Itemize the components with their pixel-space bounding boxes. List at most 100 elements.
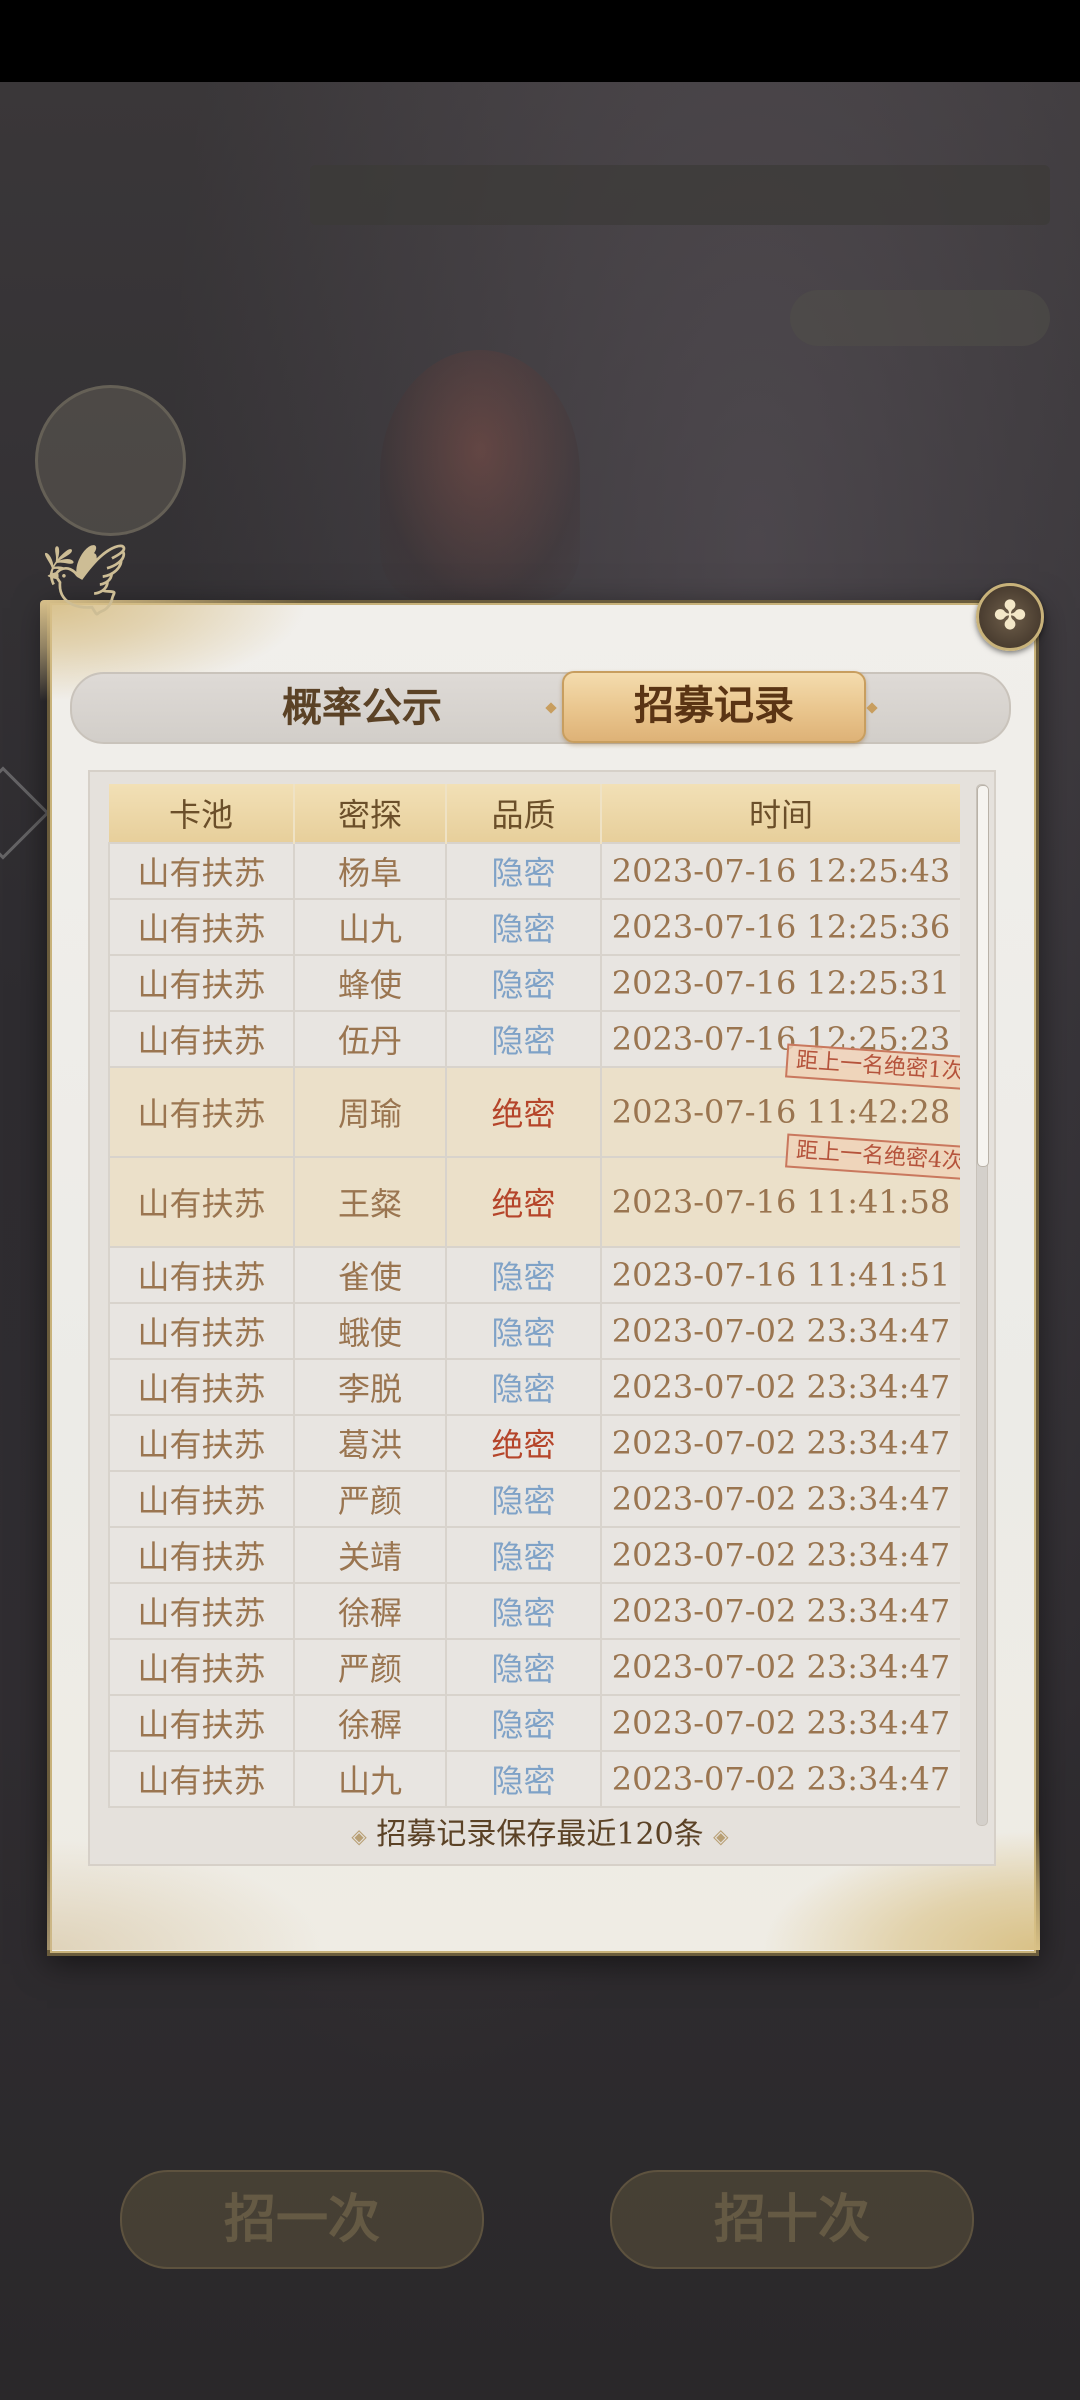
cell-agent-text: 关靖 <box>337 1538 402 1576</box>
cell-pool-text: 山有扶苏 <box>137 1762 266 1800</box>
cell-time: 2023-07-16 11:41:51 <box>600 1246 960 1304</box>
cell-agent-text: 王粲 <box>337 1185 402 1223</box>
table-row: 山有扶苏 王粲 绝密 2023-07-16 11:41:58 距上一名绝密4次 <box>108 1133 960 1248</box>
cell-time-text: 2023-07-16 12:25:43 <box>611 852 951 890</box>
header-pool: 卡池 <box>109 784 295 843</box>
bird-ornament-icon: 🕊 <box>40 539 130 621</box>
cell-time-text: 2023-07-02 23:34:47 <box>611 1424 951 1462</box>
cell-quality: 隐密 <box>445 954 602 1012</box>
cell-pool-text: 山有扶苏 <box>137 1538 266 1576</box>
cell-agent: 蛾使 <box>293 1302 447 1360</box>
cell-quality: 隐密 <box>445 1010 602 1068</box>
cell-time: 2023-07-16 12:25:31 <box>600 954 960 1012</box>
cell-quality-text: 隐密 <box>491 966 556 1004</box>
cell-quality: 绝密 <box>445 1414 602 1472</box>
cell-agent: 王粲 <box>293 1156 447 1248</box>
cell-time-text: 2023-07-02 23:34:47 <box>611 1704 951 1742</box>
scrollbar-thumb[interactable] <box>977 785 989 1167</box>
cell-agent: 严颜 <box>293 1470 447 1528</box>
cell-pool: 山有扶苏 <box>108 1694 295 1752</box>
cell-quality: 绝密 <box>445 1066 602 1158</box>
cell-time-text: 2023-07-16 12:25:31 <box>611 964 951 1002</box>
cell-quality-text: 绝密 <box>491 1185 556 1223</box>
table-row: 山有扶苏 蛾使 隐密 2023-07-02 23:34:47 <box>108 1302 960 1360</box>
cell-agent: 伍丹 <box>293 1010 447 1068</box>
cell-pool-text: 山有扶苏 <box>137 1022 266 1060</box>
cell-quality-text: 隐密 <box>491 1762 556 1800</box>
cell-time-text: 2023-07-02 23:34:47 <box>611 1760 951 1798</box>
cell-agent-text: 严颜 <box>337 1650 402 1688</box>
cell-pool: 山有扶苏 <box>108 1302 295 1360</box>
cell-time: 2023-07-16 12:25:43 <box>600 842 960 900</box>
cell-quality-text: 绝密 <box>491 1095 556 1133</box>
cell-quality: 隐密 <box>445 1526 602 1584</box>
cell-agent-text: 山九 <box>337 910 402 948</box>
tab-recruit-record[interactable]: 招募记录 <box>562 671 866 743</box>
table-row: 山有扶苏 山九 隐密 2023-07-02 23:34:47 <box>108 1750 960 1808</box>
table-header-row: 卡池 密探 品质 时间 <box>109 784 960 843</box>
close-button[interactable]: ✤ <box>976 583 1044 651</box>
cell-time: 2023-07-02 23:34:47 <box>600 1694 960 1752</box>
cell-time-text: 2023-07-02 23:34:47 <box>611 1648 951 1686</box>
cell-quality-text: 隐密 <box>491 1482 556 1520</box>
cell-pool-text: 山有扶苏 <box>137 1258 266 1296</box>
cell-agent: 雀使 <box>293 1246 447 1304</box>
cell-time-text: 2023-07-02 23:34:47 <box>611 1592 951 1630</box>
cell-pool-text: 山有扶苏 <box>137 1706 266 1744</box>
cell-agent-text: 杨阜 <box>337 854 402 892</box>
cell-agent: 徐稺 <box>293 1694 447 1752</box>
table-row: 山有扶苏 徐稺 隐密 2023-07-02 23:34:47 <box>108 1582 960 1640</box>
cell-time: 2023-07-02 23:34:47 <box>600 1414 960 1472</box>
cell-pool: 山有扶苏 <box>108 1246 295 1304</box>
cell-time-text: 2023-07-16 11:41:58 <box>611 1183 951 1221</box>
cell-pool: 山有扶苏 <box>108 1750 295 1808</box>
cell-quality: 隐密 <box>445 1750 602 1808</box>
header-time: 时间 <box>601 784 960 843</box>
background-emblem <box>35 385 186 536</box>
cell-time-text: 2023-07-02 23:34:47 <box>611 1368 951 1406</box>
cell-quality-text: 隐密 <box>491 1022 556 1060</box>
cell-agent-text: 蜂使 <box>337 966 402 1004</box>
cell-time: 2023-07-02 23:34:47 <box>600 1582 960 1640</box>
table-row: 山有扶苏 山九 隐密 2023-07-16 12:25:36 <box>108 898 960 956</box>
background-recruit-ten-button: 招十次 <box>610 2170 974 2269</box>
cell-pool-text: 山有扶苏 <box>137 1314 266 1352</box>
record-table-scroll[interactable]: 卡池 密探 品质 时间 山有扶苏 杨阜 隐密 2023-07-16 12:25:43 山… <box>108 784 960 1824</box>
cell-agent-text: 周瑜 <box>337 1095 402 1133</box>
cell-agent-text: 徐稺 <box>337 1706 402 1744</box>
cell-quality: 隐密 <box>445 1302 602 1360</box>
cell-quality: 隐密 <box>445 1246 602 1304</box>
background-banner <box>310 165 1050 225</box>
cell-quality-text: 隐密 <box>491 1538 556 1576</box>
ornament-left-icon: ◈ <box>351 1824 367 1848</box>
cell-pool: 山有扶苏 <box>108 898 295 956</box>
table-row: 山有扶苏 葛洪 绝密 2023-07-02 23:34:47 <box>108 1414 960 1472</box>
cell-time: 2023-07-02 23:34:47 <box>600 1470 960 1528</box>
cell-agent: 山九 <box>293 1750 447 1808</box>
cell-agent: 李脱 <box>293 1358 447 1416</box>
cell-pool-text: 山有扶苏 <box>137 1426 266 1464</box>
table-row: 山有扶苏 雀使 隐密 2023-07-16 11:41:51 <box>108 1246 960 1304</box>
cell-time: 2023-07-02 23:34:47 <box>600 1526 960 1584</box>
cell-time: 2023-07-02 23:34:47 <box>600 1750 960 1808</box>
cell-agent-text: 李脱 <box>337 1370 402 1408</box>
cell-time-text: 2023-07-02 23:34:47 <box>611 1312 951 1350</box>
cell-agent-text: 严颜 <box>337 1482 402 1520</box>
tab-ornament-left <box>545 702 557 714</box>
cell-quality-text: 隐密 <box>491 1706 556 1744</box>
cell-pool: 山有扶苏 <box>108 1358 295 1416</box>
close-flower-icon: ✤ <box>993 593 1027 639</box>
tab-probability[interactable]: 概率公示 <box>242 674 482 742</box>
cell-agent: 关靖 <box>293 1526 447 1584</box>
table-row: 山有扶苏 严颜 隐密 2023-07-02 23:34:47 <box>108 1470 960 1528</box>
cell-agent-text: 蛾使 <box>337 1314 402 1352</box>
table-row: 山有扶苏 蜂使 隐密 2023-07-16 12:25:31 <box>108 954 960 1012</box>
cell-quality-text: 隐密 <box>491 854 556 892</box>
cell-agent: 杨阜 <box>293 842 447 900</box>
cell-quality: 隐密 <box>445 1470 602 1528</box>
header-agent: 密探 <box>294 784 447 843</box>
cell-pool-text: 山有扶苏 <box>137 1650 266 1688</box>
table-scrollbar[interactable] <box>976 784 989 1826</box>
cell-quality-text: 隐密 <box>491 1314 556 1352</box>
cell-quality: 隐密 <box>445 1358 602 1416</box>
